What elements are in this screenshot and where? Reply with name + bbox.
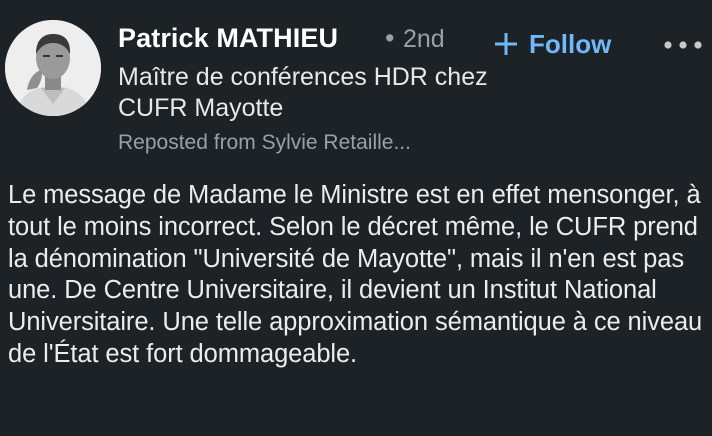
author-avatar[interactable] xyxy=(5,20,101,116)
author-headline: Maître de conférences HDR chez CUFR Mayo… xyxy=(118,63,488,122)
post-text: Le message de Madame le Ministre est en … xyxy=(8,181,703,368)
post-header: Patrick MATHIEU • 2nd Follow Maître de c… xyxy=(0,0,712,170)
more-options-icon xyxy=(664,41,702,49)
more-options-button[interactable] xyxy=(660,30,706,60)
plus-icon xyxy=(493,31,519,57)
repost-note[interactable]: Reposted from Sylvie Retaille... xyxy=(118,131,411,155)
degree-separator: • xyxy=(385,23,395,53)
person-portrait-icon xyxy=(5,20,101,116)
connection-degree: 2nd xyxy=(403,25,445,53)
follow-label: Follow xyxy=(529,28,612,59)
follow-button[interactable]: Follow xyxy=(493,27,611,61)
author-name[interactable]: Patrick MATHIEU xyxy=(118,23,338,54)
